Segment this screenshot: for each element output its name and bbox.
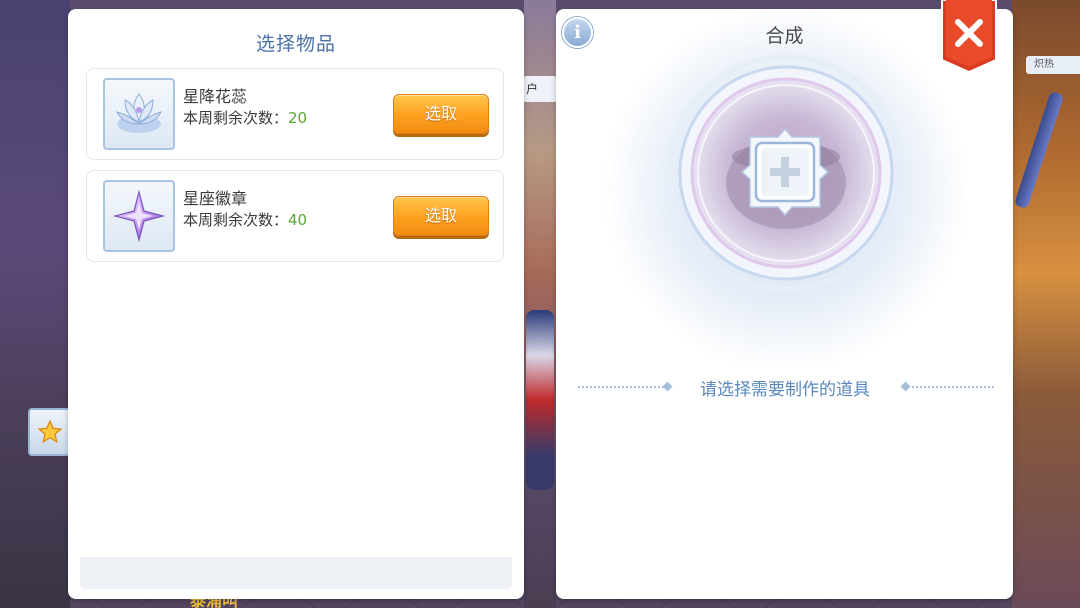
scene-mid-strip: 户 <box>524 0 556 608</box>
divider-left <box>578 386 664 388</box>
scene-right-wall: 炽热 <box>1012 0 1080 608</box>
panel-title: 选择物品 <box>255 33 336 55</box>
synthesis-panel: i 合成 请选择需要制作的道具 <box>556 9 1013 599</box>
remaining-count: 40 <box>288 211 308 229</box>
list-item: 星座徽章 本周剩余次数：40 选取 <box>86 170 504 262</box>
list-item: 星降花蕊 本周剩余次数：20 选取 <box>86 68 504 160</box>
list-footer <box>80 557 512 589</box>
favorite-button[interactable] <box>28 408 72 456</box>
item-name: 星降花蕊 <box>183 87 248 106</box>
item-thumbnail[interactable] <box>103 78 175 150</box>
add-item-slot[interactable] <box>740 127 830 217</box>
close-icon <box>941 0 997 72</box>
remaining-label: 本周剩余次数： <box>183 109 289 127</box>
star-badge-icon <box>112 189 166 243</box>
item-name: 星座徽章 <box>183 189 248 208</box>
star-icon <box>37 419 63 444</box>
item-remaining: 本周剩余次数：20 <box>183 107 307 128</box>
divider-dot-left <box>662 381 673 392</box>
select-item-panel: 选择物品 星降花蕊 本周剩余次数：20 选取 星座徽章 本周剩余次数：40 选取 <box>68 9 524 599</box>
scene-right-tag: 炽热 <box>1026 56 1080 74</box>
hint-text: 请选择需要制作的道具 <box>700 380 870 400</box>
item-thumbnail[interactable] <box>103 180 175 252</box>
remaining-count: 20 <box>288 109 308 127</box>
remaining-label: 本周剩余次数： <box>183 211 289 229</box>
select-button[interactable]: 选取 <box>393 94 489 134</box>
scene-mid-tag: 户 <box>524 76 556 102</box>
scene-left-strip <box>0 0 70 608</box>
hint-row: 请选择需要制作的道具 <box>578 375 994 400</box>
lotus-icon <box>116 93 162 133</box>
plus-icon <box>740 127 830 217</box>
close-button[interactable] <box>940 0 998 72</box>
scene-post <box>1013 90 1065 210</box>
item-remaining: 本周剩余次数：40 <box>183 209 307 230</box>
divider-right <box>908 386 994 388</box>
select-button[interactable]: 选取 <box>393 196 489 236</box>
scene-character <box>526 310 554 490</box>
